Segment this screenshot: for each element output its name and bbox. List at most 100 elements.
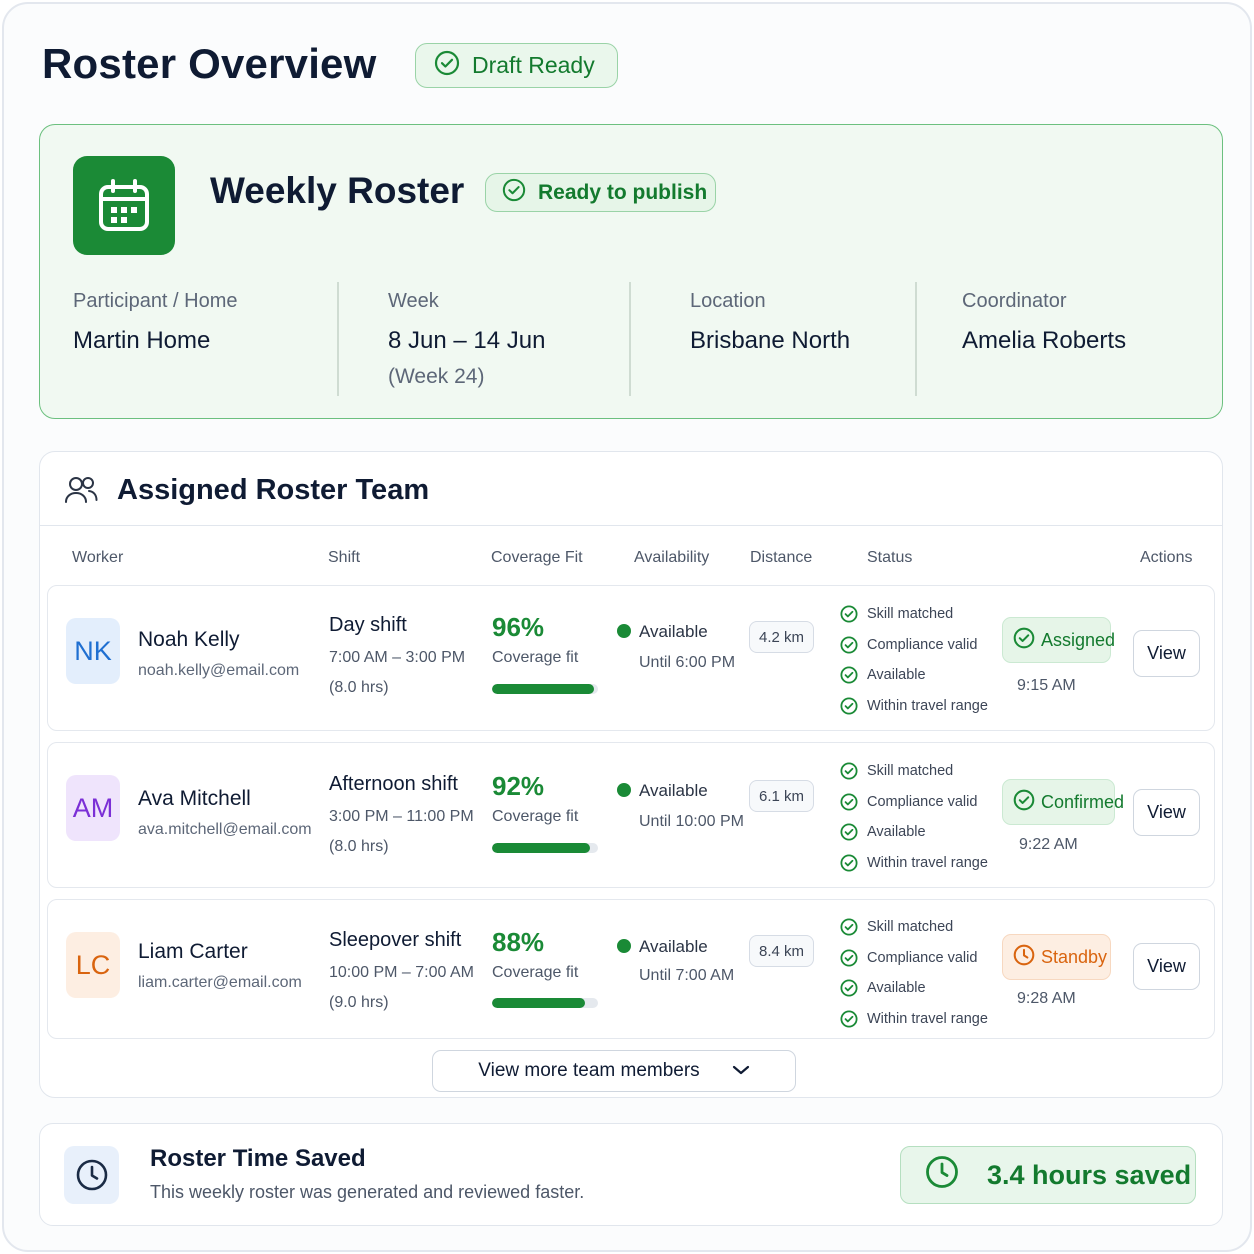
column-header-worker: Worker <box>72 549 124 566</box>
worker-name: Liam Carter <box>138 940 248 963</box>
check-circle-icon <box>1013 789 1035 816</box>
draft-ready-label: Draft Ready <box>472 52 595 78</box>
check-circle-icon <box>840 666 858 684</box>
clock-icon <box>1013 944 1035 971</box>
avatar: LC <box>66 932 120 998</box>
distance-chip: 8.4 km <box>749 935 814 967</box>
check-circle-icon <box>840 793 858 811</box>
status-check-item: Within travel range <box>840 691 988 722</box>
availability-status: Available <box>639 937 708 956</box>
worker-name: Ava Mitchell <box>138 787 251 810</box>
divider <box>629 282 631 396</box>
divider <box>915 282 917 396</box>
chevron-down-icon <box>732 1060 750 1082</box>
status-label: Standby <box>1041 946 1108 967</box>
availability-dot <box>617 624 631 638</box>
users-icon <box>64 475 98 510</box>
status-check-label: Compliance valid <box>867 636 978 653</box>
status-check-item: Compliance valid <box>840 787 988 818</box>
status-check-item: Available <box>840 817 988 848</box>
status-label: Assigned <box>1041 629 1116 650</box>
status-check-label: Compliance valid <box>867 949 978 966</box>
time-saved-description: This weekly roster was generated and rev… <box>150 1182 585 1202</box>
check-circle-icon <box>840 949 858 967</box>
card-title: Weekly Roster <box>210 170 465 211</box>
week-field: Week 8 Jun – 14 Jun (Week 24) <box>388 290 545 389</box>
check-circle-icon <box>840 918 858 936</box>
column-header-distance: Distance <box>750 549 813 566</box>
check-circle-icon <box>502 178 526 208</box>
check-circle-icon <box>840 636 858 654</box>
column-header-coverage-fit: Coverage Fit <box>491 549 583 566</box>
week-label: Week <box>388 290 439 312</box>
hours-saved-value: 3.4 hours saved <box>987 1159 1192 1190</box>
status-check-label: Available <box>867 824 926 841</box>
location-label: Location <box>690 290 766 312</box>
shift-name: Day shift <box>329 614 407 636</box>
status-check-label: Available <box>867 980 926 997</box>
availability-dot <box>617 783 631 797</box>
worker-email: noah.kelly@email.com <box>138 662 300 679</box>
status-checks: Skill matched Compliance valid Available Wi… <box>840 599 988 721</box>
coverage-fit-label: Coverage fit <box>492 808 579 825</box>
divider <box>337 282 339 396</box>
check-circle-icon <box>1013 627 1035 654</box>
view-more-button[interactable]: View more team members <box>432 1050 796 1092</box>
status-check-item: Within travel range <box>840 848 988 879</box>
assigned-team-card: Assigned Roster Team Worker Shift Covera… <box>39 451 1223 1098</box>
status-check-label: Skill matched <box>867 763 954 780</box>
participant-value: Martin Home <box>73 327 211 354</box>
view-more-label: View more team members <box>478 1060 700 1081</box>
availability-until: Until 7:00 AM <box>639 967 735 984</box>
coverage-fit-value: 88% <box>492 927 545 957</box>
view-button[interactable]: View <box>1133 630 1200 677</box>
worker-email: ava.mitchell@email.com <box>138 821 312 838</box>
calendar-icon <box>73 156 175 255</box>
status-time: 9:28 AM <box>1017 990 1076 1007</box>
week-number: (Week 24) <box>388 365 485 388</box>
coverage-fit-bar <box>492 684 598 694</box>
check-circle-icon <box>840 1010 858 1028</box>
shift-hours: (9.0 hrs) <box>329 994 389 1011</box>
participant-field: Participant / Home Martin Home <box>73 290 238 355</box>
ready-to-publish-label: Ready to publish <box>538 180 708 204</box>
weekly-roster-card: Weekly Roster Ready to publish Participa… <box>39 124 1223 419</box>
avatar: NK <box>66 618 120 684</box>
coverage-fit-bar <box>492 998 598 1008</box>
week-value: 8 Jun – 14 Jun <box>388 327 546 354</box>
page-title: Roster Overview <box>42 40 377 87</box>
clock-icon <box>64 1146 119 1204</box>
coverage-fit-fill <box>492 684 594 694</box>
availability-status: Available <box>639 781 708 800</box>
distance-chip: 6.1 km <box>749 780 814 812</box>
status-checks: Skill matched Compliance valid Available Wi… <box>840 912 988 1034</box>
shift-name: Afternoon shift <box>329 773 458 795</box>
clock-icon <box>925 1155 959 1196</box>
coordinator-label: Coordinator <box>962 290 1067 312</box>
table-row: NK Noah Kelly noah.kelly@email.com Day s… <box>47 585 1215 731</box>
status-check-item: Compliance valid <box>840 630 988 661</box>
status-check-item: Skill matched <box>840 599 988 630</box>
coverage-fit-label: Coverage fit <box>492 649 579 666</box>
status-check-item: Skill matched <box>840 912 988 943</box>
status-check-label: Available <box>867 667 926 684</box>
column-header-availability: Availability <box>634 549 710 566</box>
coverage-fit-fill <box>492 998 586 1008</box>
view-button[interactable]: View <box>1133 943 1200 990</box>
status-check-item: Compliance valid <box>840 943 988 974</box>
status-time: 9:15 AM <box>1017 677 1076 694</box>
time-saved-card: Roster Time Saved This weekly roster was… <box>39 1123 1223 1226</box>
check-circle-icon <box>840 823 858 841</box>
check-circle-icon <box>840 697 858 715</box>
availability-dot <box>617 939 631 953</box>
view-button[interactable]: View <box>1133 789 1200 836</box>
table-row: AM Ava Mitchell ava.mitchell@email.com A… <box>47 742 1215 888</box>
status-badge: Assigned <box>1002 617 1115 663</box>
shift-name: Sleepover shift <box>329 929 462 951</box>
status-badge: Standby <box>1002 934 1111 980</box>
coverage-fit-value: 96% <box>492 612 545 642</box>
status-check-item: Available <box>840 973 988 1004</box>
status-check-label: Within travel range <box>867 854 988 871</box>
distance-chip: 4.2 km <box>749 621 814 653</box>
status-check-item: Skill matched <box>840 756 988 787</box>
